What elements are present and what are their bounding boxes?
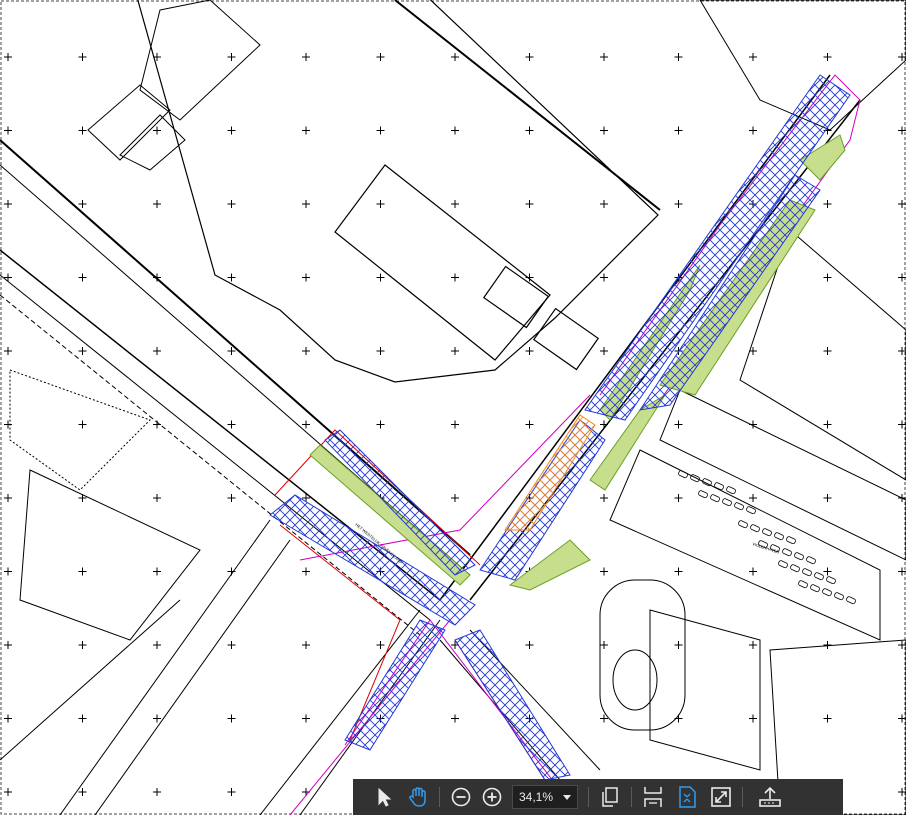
- pdf-toolbar: 34,1%: [353, 779, 843, 815]
- fit-width-icon: [644, 787, 662, 807]
- parking-space: [786, 536, 796, 545]
- cursor-arrow-icon: [378, 787, 392, 807]
- parking-space: [710, 494, 720, 503]
- parking-space: [794, 552, 804, 561]
- parking-space: [822, 588, 832, 597]
- parking-space: [738, 520, 748, 529]
- toolbar-separator: [631, 787, 632, 807]
- chevron-down-icon: [563, 794, 571, 800]
- parking-space: [810, 584, 820, 593]
- road-surface-hatch: [269, 74, 851, 781]
- zoom-out-icon: [451, 787, 471, 807]
- parking-space: [722, 498, 732, 507]
- parking-space: [802, 568, 812, 577]
- engineering-drawing[interactable]: HET WESTELIJK HAVENEILAND VIOLENHAVEN: [0, 0, 906, 815]
- zoom-in-button[interactable]: [478, 780, 506, 814]
- parking-space: [734, 502, 744, 511]
- parking-space: [790, 564, 800, 573]
- street-label-east: VIOLENHAVEN: [752, 541, 780, 554]
- share-icon: [759, 786, 781, 807]
- parking-space: [834, 592, 844, 601]
- parking-space: [726, 486, 736, 495]
- parking-space: [778, 560, 788, 569]
- parking-space: [814, 572, 824, 581]
- parking-space: [762, 528, 772, 537]
- parking-space: [678, 470, 688, 479]
- toolbar-separator: [742, 787, 743, 807]
- pages-icon: [602, 787, 618, 807]
- page-border: [0, 0, 906, 815]
- share-button[interactable]: [753, 780, 787, 814]
- parking-space: [798, 580, 808, 589]
- parking-space: [714, 482, 724, 491]
- building-small: [87, 0, 261, 171]
- road-southwest: [0, 519, 291, 815]
- block-lower-left: [9, 369, 201, 641]
- zoom-in-icon: [482, 787, 502, 807]
- parking-space: [698, 490, 708, 499]
- hand-icon: [409, 787, 426, 807]
- zoom-out-button[interactable]: [444, 780, 478, 814]
- page-view-button[interactable]: [593, 780, 627, 814]
- parking-space: [750, 524, 760, 533]
- parking-spaces: [678, 470, 856, 605]
- parking-space: [826, 576, 836, 585]
- fullscreen-icon: [711, 787, 731, 807]
- parking-space: [846, 596, 856, 605]
- select-tool-button[interactable]: [367, 780, 401, 814]
- parking-space: [774, 532, 784, 541]
- fit-page-icon: [679, 786, 696, 808]
- pdf-viewer[interactable]: HET WESTELIJK HAVENEILAND VIOLENHAVEN 34…: [0, 0, 906, 815]
- building-large: [137, 0, 661, 383]
- toolbar-separator: [588, 787, 589, 807]
- parking-space: [782, 548, 792, 557]
- fit-page-button[interactable]: [670, 780, 704, 814]
- parking-space: [806, 556, 816, 565]
- hand-tool-button[interactable]: [401, 780, 435, 814]
- toolbar-separator: [439, 787, 440, 807]
- zoom-level-value: 34,1%: [519, 790, 554, 804]
- construction-boundary: [274, 429, 546, 781]
- zoom-level-dropdown[interactable]: 34,1%: [512, 785, 578, 809]
- parking-space: [690, 474, 700, 483]
- fullscreen-button[interactable]: [704, 780, 738, 814]
- fit-width-button[interactable]: [636, 780, 670, 814]
